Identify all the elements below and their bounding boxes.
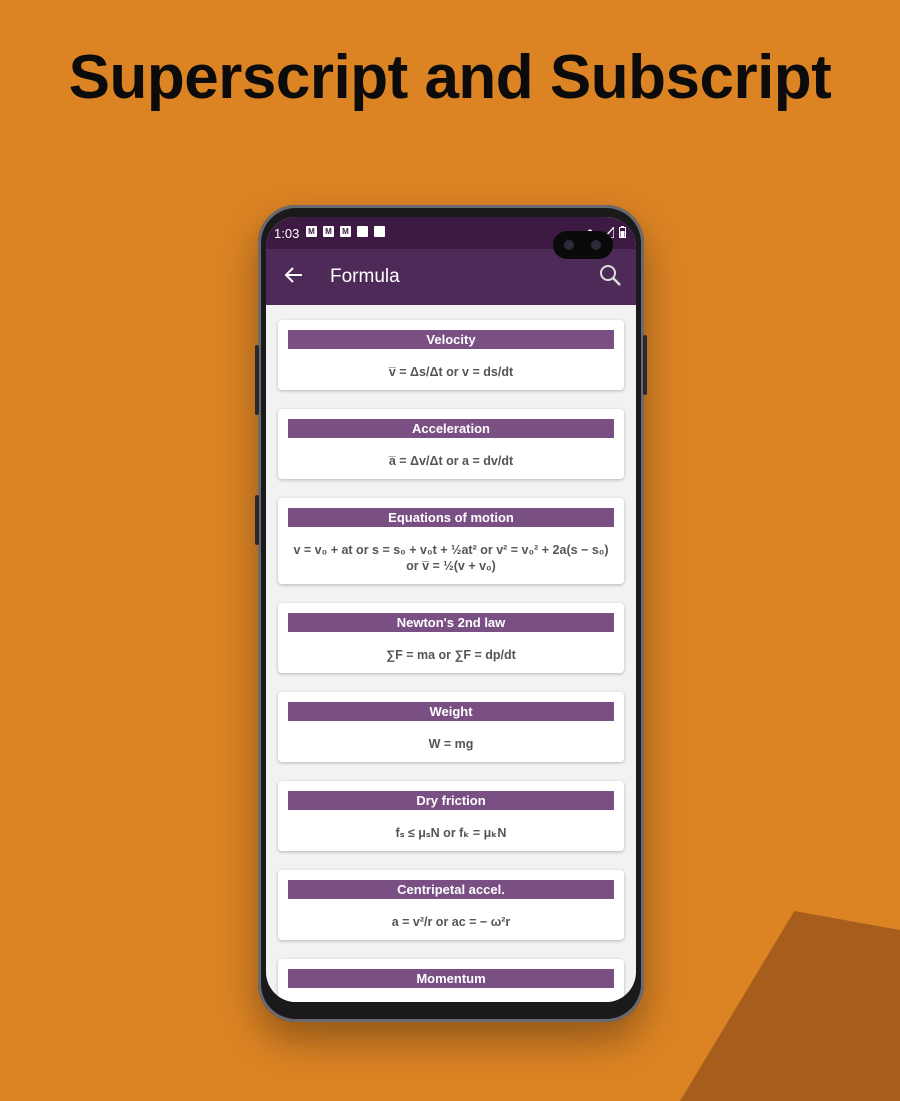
page-headline: Superscript and Subscript <box>68 43 832 112</box>
battery-icon <box>619 226 626 238</box>
card-title: Velocity <box>288 330 614 349</box>
image-icon <box>357 226 368 237</box>
card-title: Equations of motion <box>288 508 614 527</box>
card-formula: v = v₀ + at or s = s₀ + v₀t + ½at² or v²… <box>293 543 609 573</box>
card-formula: W = mg <box>428 737 474 751</box>
phone-frame: 1:03 M M M Formula Velocity v̅ = Δs/Δt o… <box>255 205 647 1022</box>
arrow-left-icon[interactable] <box>282 263 306 287</box>
formula-card-weight[interactable]: Weight W = mg <box>278 692 624 762</box>
power-button <box>643 335 647 395</box>
page-title: Formula <box>330 266 400 287</box>
camera-lens <box>564 240 574 250</box>
formula-card-acceleration[interactable]: Acceleration a̅ = Δv/Δt or a = dv/dt <box>278 409 624 479</box>
card-formula: a̅ = Δv/Δt or a = dv/dt <box>388 454 514 468</box>
card-formula: a = v²/r or ac = − ω²r <box>391 915 511 929</box>
formula-card-equations-of-motion[interactable]: Equations of motion v = v₀ + at or s = s… <box>278 498 624 584</box>
formula-card-newtons-2nd-law[interactable]: Newton's 2nd law ∑F = ma or ∑F = dp/dt <box>278 603 624 673</box>
formula-card-dry-friction[interactable]: Dry friction fₛ ≤ μₛN or fₖ = μₖN <box>278 781 624 851</box>
bixby-button <box>255 495 259 545</box>
card-formula: v̅ = Δs/Δt or v = ds/dt <box>388 365 514 379</box>
formula-card-centripetal-accel[interactable]: Centripetal accel. a = v²/r or ac = − ω²… <box>278 870 624 940</box>
card-formula: ∑F = ma or ∑F = dp/dt <box>386 648 516 662</box>
front-camera <box>553 231 613 259</box>
card-title: Dry friction <box>288 791 614 810</box>
card-title: Weight <box>288 702 614 721</box>
gmail-icon: M <box>340 226 351 237</box>
volume-button <box>255 345 259 415</box>
search-icon[interactable] <box>598 263 622 287</box>
gmail-icon: M <box>323 226 334 237</box>
card-title: Momentum <box>288 969 614 988</box>
decorative-corner-shape <box>680 911 900 1101</box>
usb-icon <box>374 226 385 237</box>
camera-lens <box>591 240 601 250</box>
phone-screen: 1:03 M M M Formula Velocity v̅ = Δs/Δt o… <box>266 217 636 1002</box>
card-title: Acceleration <box>288 419 614 438</box>
notification-icons: M M M <box>306 226 385 237</box>
status-time: 1:03 <box>274 226 300 241</box>
formula-list[interactable]: Velocity v̅ = Δs/Δt or v = ds/dt Acceler… <box>266 305 636 1002</box>
card-title: Centripetal accel. <box>288 880 614 899</box>
card-title: Newton's 2nd law <box>288 613 614 632</box>
formula-card-velocity[interactable]: Velocity v̅ = Δs/Δt or v = ds/dt <box>278 320 624 390</box>
card-formula: fₛ ≤ μₛN or fₖ = μₖN <box>395 826 507 840</box>
gmail-icon: M <box>306 226 317 237</box>
formula-card-momentum[interactable]: Momentum <box>278 959 624 1002</box>
